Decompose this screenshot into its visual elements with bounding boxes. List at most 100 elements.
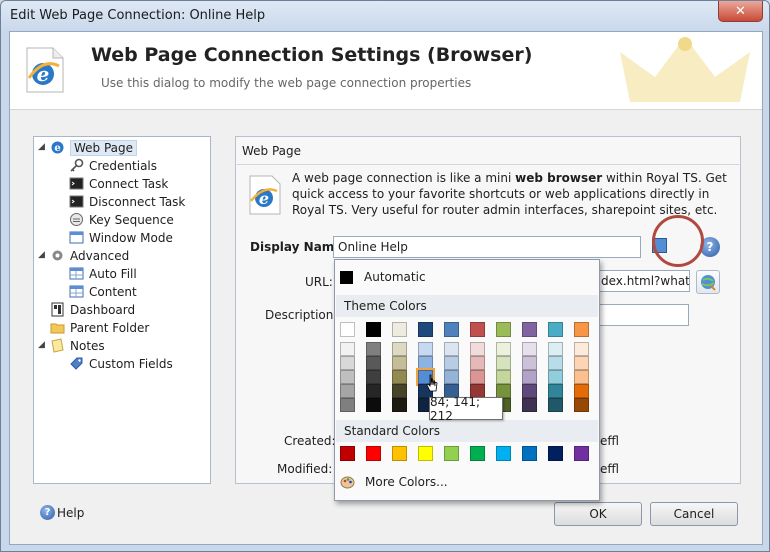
tree-item-parent-folder[interactable]: Parent Folder	[50, 319, 149, 336]
theme-shade-swatch[interactable]	[522, 370, 537, 384]
ok-button[interactable]: OK	[554, 502, 642, 526]
tree-item-key-sequence[interactable]: Key Sequence	[69, 211, 174, 228]
browse-url-button[interactable]	[696, 270, 720, 294]
theme-shade-swatch[interactable]	[522, 356, 537, 370]
close-button[interactable]: ✕	[718, 1, 763, 22]
collapse-arrow-icon[interactable]: ◢	[38, 142, 45, 152]
theme-color-swatch[interactable]	[340, 322, 355, 337]
automatic-color-option[interactable]: Automatic	[335, 268, 599, 286]
tree-item-dashboard[interactable]: Dashboard	[50, 301, 135, 318]
standard-color-swatch[interactable]	[418, 446, 433, 461]
standard-color-swatch[interactable]	[496, 446, 511, 461]
tree-item-label: Connect Task	[89, 176, 169, 191]
standard-color-swatch[interactable]	[522, 446, 537, 461]
standard-color-swatch[interactable]	[548, 446, 563, 461]
theme-shade-swatch[interactable]	[392, 356, 407, 370]
theme-shade-swatch[interactable]	[548, 356, 563, 370]
tree-item-custom-fields[interactable]: Custom Fields	[69, 355, 173, 372]
tree-item-credentials[interactable]: Credentials	[69, 157, 157, 174]
notes-icon	[50, 338, 65, 353]
theme-shade-swatch[interactable]	[548, 384, 563, 398]
theme-color-swatch[interactable]	[366, 322, 381, 337]
standard-color-swatch[interactable]	[366, 446, 381, 461]
tree-item-advanced[interactable]: Advanced	[50, 247, 129, 264]
collapse-arrow-icon[interactable]: ◢	[38, 340, 45, 350]
theme-shade-swatch[interactable]	[548, 370, 563, 384]
theme-shade-swatch[interactable]	[522, 384, 537, 398]
theme-shade-swatch[interactable]	[392, 384, 407, 398]
close-icon: ✕	[735, 3, 746, 19]
theme-shade-swatch[interactable]	[444, 370, 459, 384]
theme-shade-swatch[interactable]	[418, 356, 433, 370]
description-input[interactable]	[598, 304, 689, 326]
tree-item-auto-fill[interactable]: Auto Fill	[69, 265, 137, 282]
cancel-button[interactable]: Cancel	[650, 502, 738, 526]
theme-shade-swatch[interactable]	[366, 356, 381, 370]
tree-item-content[interactable]: Content	[69, 283, 137, 300]
standard-color-swatch[interactable]	[340, 446, 355, 461]
tree-item-web-page[interactable]: e Web Page	[50, 139, 138, 156]
theme-shade-swatch[interactable]	[366, 342, 381, 356]
theme-shade-swatch[interactable]	[496, 370, 511, 384]
theme-shade-swatch[interactable]	[522, 342, 537, 356]
theme-shade-swatch[interactable]	[340, 342, 355, 356]
standard-color-swatch[interactable]	[470, 446, 485, 461]
theme-shade-swatch[interactable]	[392, 370, 407, 384]
theme-shade-swatch[interactable]	[340, 370, 355, 384]
theme-color-swatch[interactable]	[522, 322, 537, 337]
theme-shade-swatch[interactable]	[392, 342, 407, 356]
theme-shade-swatch[interactable]	[496, 356, 511, 370]
theme-shade-swatch[interactable]	[496, 342, 511, 356]
info-text-bold: web browser	[515, 171, 603, 185]
theme-shade-swatch[interactable]	[340, 356, 355, 370]
tree-item-window-mode[interactable]: Window Mode	[69, 229, 173, 246]
collapse-arrow-icon[interactable]: ◢	[38, 250, 45, 260]
standard-color-swatch[interactable]	[574, 446, 589, 461]
theme-shade-swatch[interactable]	[574, 370, 589, 384]
theme-color-swatch[interactable]	[496, 322, 511, 337]
theme-color-swatch[interactable]	[418, 322, 433, 337]
theme-shade-swatch[interactable]	[574, 342, 589, 356]
tree-item-label: Web Page	[70, 139, 138, 156]
url-label: URL:	[305, 275, 333, 289]
theme-shade-swatch[interactable]	[444, 356, 459, 370]
theme-shade-swatch[interactable]	[340, 384, 355, 398]
theme-shade-swatch[interactable]	[470, 356, 485, 370]
theme-color-swatch[interactable]	[574, 322, 589, 337]
theme-shade-swatch[interactable]	[444, 342, 459, 356]
tree-item-disconnect-task[interactable]: Disconnect Task	[69, 193, 185, 210]
theme-shade-swatch[interactable]	[366, 384, 381, 398]
info-text-part: A web page connection is like a mini	[292, 171, 516, 185]
theme-shade-swatch[interactable]	[418, 342, 433, 356]
theme-shade-swatch[interactable]	[366, 370, 381, 384]
theme-shade-swatch[interactable]	[470, 342, 485, 356]
tree-item-label: Parent Folder	[70, 320, 150, 335]
theme-shade-swatch[interactable]	[548, 342, 563, 356]
theme-color-swatch[interactable]	[392, 322, 407, 337]
tree-item-connect-task[interactable]: Connect Task	[69, 175, 168, 192]
theme-color-swatch[interactable]	[444, 322, 459, 337]
url-input[interactable]: dex.html?what	[598, 270, 690, 292]
theme-shade-swatch[interactable]	[548, 398, 563, 412]
theme-shade-swatch[interactable]	[522, 398, 537, 412]
help-link[interactable]: ? Help	[40, 505, 84, 520]
standard-color-swatch[interactable]	[444, 446, 459, 461]
tree-item-notes[interactable]: Notes	[50, 337, 105, 354]
modified-label: Modified:	[277, 462, 333, 476]
theme-shade-swatch[interactable]	[574, 398, 589, 412]
theme-shade-swatch[interactable]	[392, 398, 407, 412]
theme-shade-swatch[interactable]	[340, 398, 355, 412]
display-name-input[interactable]: Online Help	[333, 236, 641, 258]
tree-item-label: Disconnect Task	[89, 194, 186, 209]
theme-color-swatch[interactable]	[470, 322, 485, 337]
ie-icon: e	[249, 175, 281, 215]
theme-shade-swatch[interactable]	[574, 384, 589, 398]
more-colors-option[interactable]: More Colors...	[335, 472, 599, 492]
theme-shade-swatch[interactable]	[574, 356, 589, 370]
tree-item-label: Notes	[70, 338, 105, 353]
tree-item-label: Custom Fields	[89, 356, 173, 371]
theme-shade-swatch[interactable]	[470, 370, 485, 384]
standard-color-swatch[interactable]	[392, 446, 407, 461]
theme-color-swatch[interactable]	[548, 322, 563, 337]
theme-shade-swatch[interactable]	[366, 398, 381, 412]
